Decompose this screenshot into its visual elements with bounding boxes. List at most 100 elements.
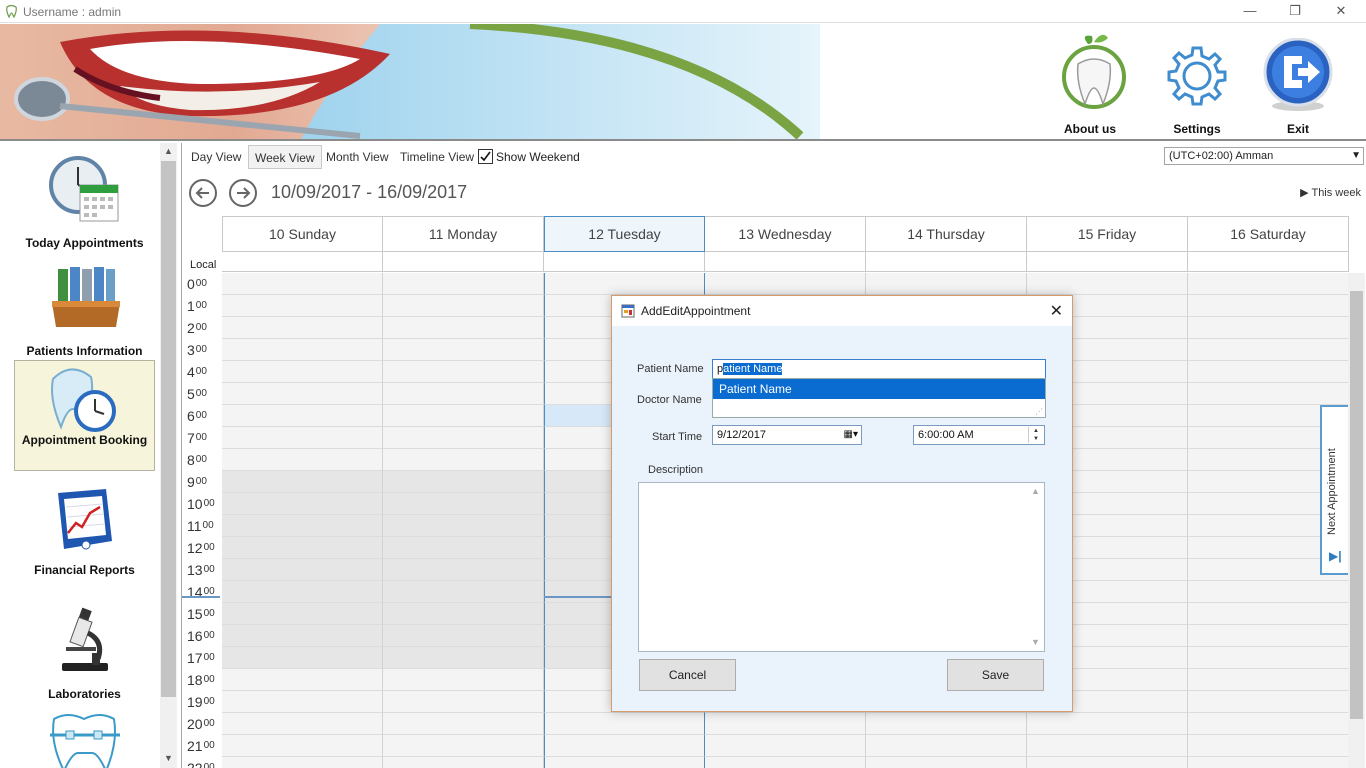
next-appointment-button[interactable]: Next Appointment ▶| (1320, 405, 1348, 575)
scroll-up-arrow-icon[interactable]: ▲ (1031, 486, 1040, 496)
calendar-dropdown-icon[interactable]: ▦▾ (844, 426, 858, 444)
save-button[interactable]: Save (947, 659, 1044, 691)
time-slot-cell[interactable] (1188, 647, 1349, 669)
time-spinner-icon[interactable]: ▲ ▼ (1028, 427, 1043, 443)
time-slot-cell[interactable] (222, 427, 383, 449)
time-slot-cell[interactable] (222, 559, 383, 581)
time-slot-cell[interactable] (383, 647, 544, 669)
day-header[interactable]: 11 Monday (383, 216, 544, 252)
time-slot-cell[interactable] (1188, 735, 1349, 757)
time-slot-cell[interactable] (1188, 625, 1349, 647)
sidebar-item-financial-reports[interactable]: Financial Reports (14, 483, 155, 593)
time-slot-cell[interactable] (222, 647, 383, 669)
previous-week-button[interactable] (188, 178, 218, 208)
cancel-button[interactable]: Cancel (639, 659, 736, 691)
time-slot-cell[interactable] (705, 713, 866, 735)
this-week-link[interactable]: ▶ This week (1300, 186, 1361, 199)
time-slot-cell[interactable] (222, 361, 383, 383)
time-slot-cell[interactable] (222, 713, 383, 735)
time-slot-cell[interactable] (222, 405, 383, 427)
time-slot-cell[interactable] (705, 757, 866, 768)
time-slot-cell[interactable] (383, 537, 544, 559)
time-slot-cell[interactable] (222, 625, 383, 647)
all-day-cell[interactable] (544, 252, 705, 272)
time-slot-cell[interactable] (383, 691, 544, 713)
sidebar-item-patients-information[interactable]: Patients Information (14, 259, 155, 369)
time-slot-cell[interactable] (866, 273, 1027, 295)
time-slot-cell[interactable] (222, 493, 383, 515)
time-slot-cell[interactable] (1188, 603, 1349, 625)
time-slot-cell[interactable] (222, 515, 383, 537)
sidebar-scroll-thumb[interactable] (161, 161, 176, 697)
time-slot-cell[interactable] (705, 273, 866, 295)
scheduler-scroll-thumb[interactable] (1350, 291, 1363, 719)
time-slot-cell[interactable] (222, 603, 383, 625)
time-slot-cell[interactable] (222, 581, 383, 603)
sidebar-item-laboratories[interactable]: Laboratories (14, 605, 155, 715)
time-slot-cell[interactable] (1188, 317, 1349, 339)
time-slot-cell[interactable] (383, 493, 544, 515)
time-slot-cell[interactable] (383, 449, 544, 471)
sidebar-item-orthodontics[interactable] (14, 711, 155, 768)
time-slot-cell[interactable] (1188, 691, 1349, 713)
time-slot-cell[interactable] (866, 757, 1027, 768)
all-day-cell[interactable] (383, 252, 544, 272)
time-slot-cell[interactable] (1027, 757, 1188, 768)
all-day-cell[interactable] (705, 252, 866, 272)
time-slot-cell[interactable] (222, 339, 383, 361)
minimize-button[interactable]: — (1227, 0, 1273, 23)
day-header[interactable]: 13 Wednesday (705, 216, 866, 252)
sidebar-item-today-appointments[interactable]: Today Appointments (14, 151, 155, 261)
time-slot-cell[interactable] (383, 735, 544, 757)
start-date-picker[interactable]: 9/12/2017 ▦▾ (712, 425, 862, 445)
time-slot-cell[interactable] (544, 735, 705, 757)
time-slot-cell[interactable] (383, 405, 544, 427)
time-slot-cell[interactable] (544, 713, 705, 735)
close-window-button[interactable]: ✕ (1318, 0, 1364, 23)
scroll-up-arrow-icon[interactable]: ▲ (160, 143, 177, 160)
maximize-button[interactable]: ❐ (1272, 0, 1318, 23)
exit-button[interactable]: Exit (1254, 32, 1342, 136)
show-weekend-checkbox[interactable]: Show Weekend (478, 149, 580, 164)
sidebar-scrollbar[interactable]: ▲ ▼ (160, 143, 177, 768)
autocomplete-option[interactable]: Patient Name (713, 379, 1045, 399)
scroll-down-arrow-icon[interactable]: ▼ (160, 750, 177, 767)
time-slot-cell[interactable] (1188, 295, 1349, 317)
time-slot-cell[interactable] (1188, 757, 1349, 768)
description-textarea[interactable]: ▲ ▼ (638, 482, 1045, 652)
day-header[interactable]: 14 Thursday (866, 216, 1027, 252)
all-day-cell[interactable] (222, 252, 383, 272)
time-slot-cell[interactable] (222, 449, 383, 471)
time-slot-cell[interactable] (383, 625, 544, 647)
time-slot-cell[interactable] (383, 273, 544, 295)
about-us-button[interactable]: About us (1046, 32, 1134, 136)
time-slot-cell[interactable] (222, 691, 383, 713)
time-slot-cell[interactable] (866, 735, 1027, 757)
time-slot-cell[interactable] (544, 757, 705, 768)
day-header[interactable]: 16 Saturday (1188, 216, 1349, 252)
time-slot-cell[interactable] (383, 317, 544, 339)
time-slot-cell[interactable] (383, 757, 544, 768)
time-slot-cell[interactable] (1188, 339, 1349, 361)
patient-name-input[interactable]: patient Name (712, 359, 1046, 379)
time-slot-cell[interactable] (383, 295, 544, 317)
all-day-cell[interactable] (1188, 252, 1349, 272)
time-slot-cell[interactable] (222, 757, 383, 768)
patient-autocomplete-list[interactable]: Patient Name ⋰ (712, 378, 1046, 418)
time-slot-cell[interactable] (1188, 581, 1349, 603)
all-day-cell[interactable] (1027, 252, 1188, 272)
time-slot-cell[interactable] (222, 273, 383, 295)
time-slot-cell[interactable] (1188, 669, 1349, 691)
time-slot-cell[interactable] (383, 603, 544, 625)
time-slot-cell[interactable] (222, 537, 383, 559)
time-slot-cell[interactable] (383, 383, 544, 405)
start-time-input[interactable]: 6:00:00 AM ▲ ▼ (913, 425, 1045, 445)
time-slot-cell[interactable] (383, 471, 544, 493)
time-slot-cell[interactable] (222, 735, 383, 757)
time-slot-cell[interactable] (544, 273, 705, 295)
time-slot-cell[interactable] (1188, 361, 1349, 383)
settings-button[interactable]: Settings (1153, 32, 1241, 136)
time-slot-cell[interactable] (866, 713, 1027, 735)
time-slot-cell[interactable] (383, 713, 544, 735)
time-slot-cell[interactable] (383, 515, 544, 537)
